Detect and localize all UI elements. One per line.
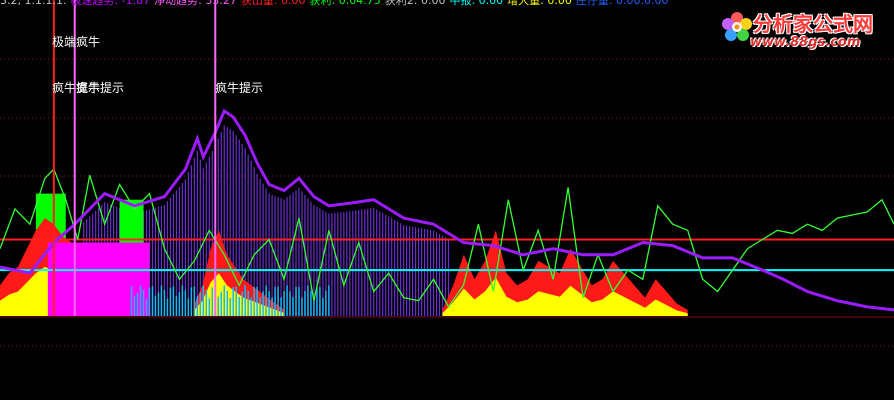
header-item: 增大量: 0.00	[507, 0, 572, 7]
annotation-bull-hint-3: 疯牛提示	[215, 81, 264, 95]
flower-icon	[722, 12, 752, 41]
annotation-bull-hint-2: 疯牛提示	[76, 81, 125, 95]
logo-title: 分析家公式网	[753, 12, 873, 36]
header-item: 极速趋势: -1.87	[70, 0, 151, 7]
header-item: 3.2, 1.1.1.1.	[0, 0, 67, 7]
header-item: 获利: 0.04.75	[309, 0, 381, 7]
annotation-extreme-bull: 极端疯牛	[52, 35, 101, 49]
header-item: 庄仔量: 0.00.0.00	[575, 0, 669, 7]
header-item: 获出量: 0.00	[240, 0, 306, 7]
chart-canvas	[0, 0, 894, 347]
logo-url: www.88gs.com	[750, 35, 861, 50]
header-item: 净动趋势: 33.27	[154, 0, 237, 7]
header-item: 获利2: 0.00	[384, 0, 446, 7]
header-item: 中报: 0.00	[449, 0, 504, 7]
site-logo: 分析家公式网 www.88gs.com	[720, 4, 890, 52]
